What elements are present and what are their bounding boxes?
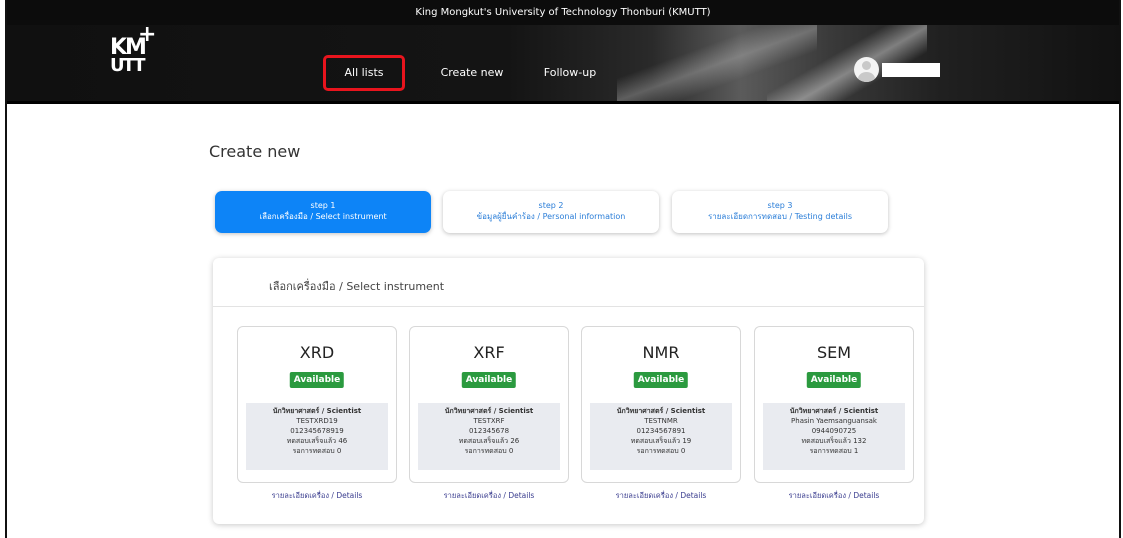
step-label: ข้อมูลผู้ยื่นคำร้อง / Personal informati… [476, 212, 626, 221]
details-link-xrd[interactable]: รายละเอียดเครื่อง / Details [237, 490, 397, 502]
tested-count: ทดสอบเสร็จแล้ว 46 [286, 437, 348, 445]
logo-utt-text: UTT [110, 55, 146, 76]
step-3-testing-details[interactable]: step 3 รายละเอียดการทดสอบ / Testing deta… [672, 191, 888, 233]
scientist-role: นักวิทยาศาสตร์ / Scientist [272, 407, 362, 415]
scientist-role: นักวิทยาศาสตร์ / Scientist [789, 407, 879, 415]
nav-all-lists[interactable]: All lists [323, 55, 405, 91]
scientist-name: TESTNMR [644, 417, 678, 425]
user-avatar-icon[interactable] [854, 57, 879, 82]
university-banner: King Mongkut's University of Technology … [7, 0, 1119, 25]
details-link-xrf[interactable]: รายละเอียดเครื่อง / Details [409, 490, 569, 502]
instrument-name: NMR [642, 343, 680, 362]
nav-create-new[interactable]: Create new [437, 55, 507, 91]
waiting-count: รอการทดสอบ 0 [464, 447, 514, 455]
scientist-phone: 012345678919 [290, 427, 344, 435]
scientist-info: นักวิทยาศาสตร์ / Scientist Phasin Yaemsa… [763, 403, 905, 470]
waiting-count: รอการทดสอบ 0 [636, 447, 686, 455]
instrument-name: SEM [816, 343, 852, 362]
tested-count: ทดสอบเสร็จแล้ว 19 [630, 437, 692, 445]
instrument-card-xrd[interactable]: XRD Available นักวิทยาศาสตร์ / Scientist… [237, 326, 397, 483]
username-redacted[interactable] [882, 63, 940, 77]
scientist-phone: 012345678 [468, 427, 510, 435]
scientist-info: นักวิทยาศาสตร์ / Scientist TESTXRD19 012… [246, 403, 388, 470]
status-badge: Available [633, 372, 689, 388]
scientist-phone: 01234567891 [636, 427, 686, 435]
scientist-name: TESTXRF [473, 417, 505, 425]
instrument-card-nmr[interactable]: NMR Available นักวิทยาศาสตร์ / Scientist… [581, 326, 741, 483]
instrument-name: XRF [473, 343, 505, 362]
scientist-name: TESTXRD19 [296, 417, 338, 425]
scientist-phone: 0944090725 [811, 427, 857, 435]
details-link-nmr[interactable]: รายละเอียดเครื่อง / Details [581, 490, 741, 502]
panel-divider [213, 306, 924, 307]
panel-title: เลือกเครื่องมือ / Select instrument [269, 280, 445, 293]
kmutt-logo[interactable]: + KM UTT [110, 24, 168, 76]
university-title: King Mongkut's University of Technology … [415, 7, 711, 18]
instrument-name: XRD [299, 343, 335, 362]
status-badge: Available [806, 372, 862, 388]
tested-count: ทดสอบเสร็จแล้ว 132 [801, 437, 867, 445]
step-label: รายละเอียดการทดสอบ / Testing details [707, 212, 853, 221]
step-1-select-instrument[interactable]: step 1 เลือกเครื่องมือ / Select instrume… [215, 191, 431, 233]
step-2-personal-information[interactable]: step 2 ข้อมูลผู้ยื่นคำร้อง / Personal in… [443, 191, 659, 233]
waiting-count: รอการทดสอบ 0 [292, 447, 342, 455]
details-link-sem[interactable]: รายละเอียดเครื่อง / Details [754, 490, 914, 502]
step-label: เลือกเครื่องมือ / Select instrument [259, 212, 387, 221]
step-number: step 1 [310, 201, 336, 210]
scientist-info: นักวิทยาศาสตร์ / Scientist TESTXRF 01234… [418, 403, 560, 470]
page-title: Create new [209, 142, 301, 161]
scientist-role: นักวิทยาศาสตร์ / Scientist [616, 407, 706, 415]
step-number: step 3 [767, 201, 793, 210]
step-number: step 2 [538, 201, 564, 210]
tested-count: ทดสอบเสร็จแล้ว 26 [458, 437, 520, 445]
frame-right-border [1119, 0, 1121, 538]
scientist-name: Phasin Yaemsanguansak [791, 417, 877, 425]
status-badge: Available [289, 372, 345, 388]
status-badge: Available [461, 372, 517, 388]
scientist-role: นักวิทยาศาสตร์ / Scientist [444, 407, 534, 415]
instrument-selection-panel: เลือกเครื่องมือ / Select instrument XRD … [213, 258, 924, 524]
instrument-card-sem[interactable]: SEM Available นักวิทยาศาสตร์ / Scientist… [754, 326, 914, 483]
instrument-card-xrf[interactable]: XRF Available นักวิทยาศาสตร์ / Scientist… [409, 326, 569, 483]
scientist-info: นักวิทยาศาสตร์ / Scientist TESTNMR 01234… [590, 403, 732, 470]
nav-follow-up[interactable]: Follow-up [540, 55, 600, 91]
waiting-count: รอการทดสอบ 1 [809, 447, 859, 455]
